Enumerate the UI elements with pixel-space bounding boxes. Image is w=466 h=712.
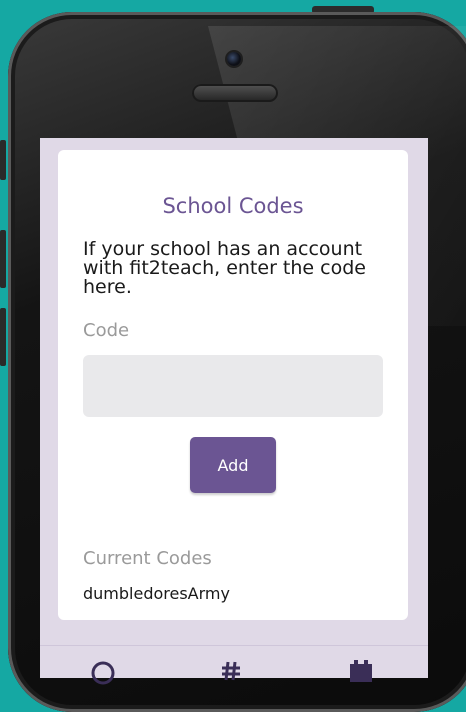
- phone-volume-up-button: [0, 230, 6, 288]
- phone-mute-switch: [0, 140, 6, 180]
- description-text: If your school has an account with fit2t…: [83, 238, 366, 298]
- circle-icon[interactable]: [90, 660, 116, 689]
- earpiece-speaker: [192, 84, 278, 102]
- front-camera-icon: [227, 52, 241, 66]
- code-input[interactable]: [83, 355, 383, 417]
- calendar-icon[interactable]: [348, 660, 374, 685]
- current-code-item: dumbledoresArmy: [83, 584, 230, 603]
- page-title: School Codes: [162, 194, 304, 218]
- school-codes-card: School Codes If your school has an accou…: [58, 150, 408, 620]
- code-field-label: Code: [83, 320, 130, 341]
- hash-icon[interactable]: [220, 660, 242, 685]
- phone-volume-down-button: [0, 308, 6, 366]
- bottom-tab-bar: [40, 645, 428, 685]
- current-codes-label: Current Codes: [83, 548, 212, 569]
- add-button[interactable]: Add: [190, 437, 276, 493]
